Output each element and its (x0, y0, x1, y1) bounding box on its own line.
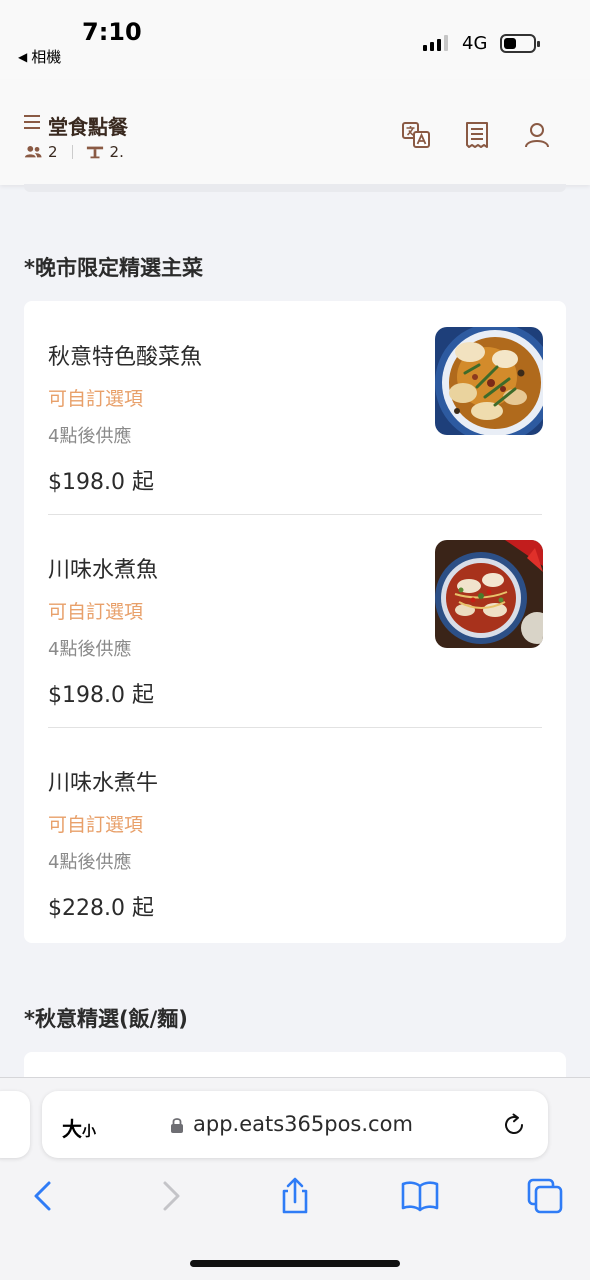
section-title: *晚市限定精選主菜 (24, 256, 203, 280)
boiled-fish-photo[interactable] (435, 540, 543, 648)
network-type: 4G (462, 33, 488, 54)
table-icon (86, 146, 103, 159)
receipt-icon[interactable] (462, 120, 492, 150)
text-size-big: 大 (62, 1117, 82, 1141)
meta-divider (71, 145, 73, 159)
menu-item[interactable]: 川味水煮牛 可自訂選項 4點後供應 $228.0 起 (48, 765, 542, 921)
status-time: 7:10 (82, 18, 142, 46)
back-triangle-icon: ◀ (18, 49, 28, 64)
item-price: $198.0 起 (48, 470, 154, 495)
url-text: app.eats365pos.com (193, 1112, 413, 1136)
page-title: 堂食點餐 (48, 115, 128, 139)
item-option-label: 可自訂選項 (48, 601, 144, 623)
user-icon[interactable] (522, 120, 552, 150)
table-number: 2. (109, 143, 124, 161)
browser-toolbar: 大小 app.eats365pos.com (0, 1077, 590, 1280)
menu-item[interactable]: 川味水煮魚 可自訂選項 4點後供應 $198.0 起 (48, 540, 543, 708)
text-size-small: 小 (82, 1124, 96, 1140)
back-app-label: 相機 (31, 48, 62, 66)
header-bottom-strip (24, 184, 566, 192)
order-meta: 2 2. (24, 143, 124, 161)
lock-icon (171, 1118, 183, 1133)
item-availability: 4點後供應 (48, 852, 132, 873)
section-title: *秋意精選(飯/麵) (24, 1007, 188, 1031)
reload-icon[interactable] (501, 1112, 527, 1138)
sauerkraut-fish-photo[interactable] (435, 327, 543, 435)
item-availability: 4點後供應 (48, 426, 132, 447)
item-price: $198.0 起 (48, 683, 154, 708)
menu-card: 秋意特色酸菜魚 可自訂選項 4點後供應 $198.0 起 川味水煮魚 可自訂選項 (24, 301, 566, 943)
item-option-label: 可自訂選項 (48, 388, 144, 410)
forward-icon[interactable] (151, 1176, 191, 1216)
translate-icon[interactable] (401, 120, 431, 150)
item-availability: 4點後供應 (48, 639, 132, 660)
app-header: 堂食點餐 2 2. (0, 80, 590, 192)
bookmarks-icon[interactable] (400, 1176, 440, 1216)
share-icon[interactable] (275, 1176, 315, 1216)
back-icon[interactable] (23, 1176, 63, 1216)
status-bar: 7:10 ◀ 相機 4G (0, 0, 590, 80)
tabs-icon[interactable] (525, 1176, 565, 1216)
home-indicator[interactable] (190, 1260, 400, 1267)
item-name: 川味水煮牛 (48, 771, 159, 796)
item-divider (48, 514, 542, 515)
item-name: 川味水煮魚 (48, 558, 159, 583)
item-name: 秋意特色酸菜魚 (48, 345, 203, 370)
back-to-camera-link[interactable]: ◀ 相機 (18, 46, 61, 67)
guest-count: 2 (48, 143, 58, 161)
people-icon (24, 145, 42, 158)
signal-strength-icon (423, 35, 448, 51)
item-price: $228.0 起 (48, 896, 154, 921)
menu-item[interactable]: 秋意特色酸菜魚 可自訂選項 4點後供應 $198.0 起 (48, 327, 543, 495)
text-size-button[interactable]: 大小 (62, 1113, 96, 1142)
previous-tab-preview[interactable] (0, 1091, 30, 1158)
address-bar[interactable]: 大小 app.eats365pos.com (42, 1091, 548, 1158)
item-divider (48, 727, 542, 728)
item-option-label: 可自訂選項 (48, 814, 144, 836)
menu-icon[interactable] (24, 115, 40, 129)
battery-icon (500, 34, 540, 53)
